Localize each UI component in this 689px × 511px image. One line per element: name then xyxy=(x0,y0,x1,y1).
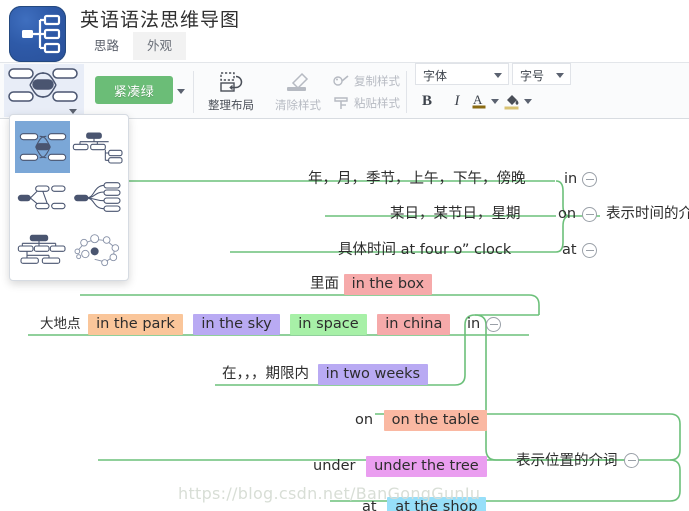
layout-option-org-right[interactable] xyxy=(70,121,125,173)
text-color-icon: A xyxy=(472,92,486,109)
page-title: 英语语法思维导图 xyxy=(80,9,241,31)
mindmap-node-place-bigplace[interactable]: 大地点 in the park in the sky in space in c… xyxy=(40,314,451,335)
node-highlight: in china xyxy=(377,314,451,335)
organize-layout-icon xyxy=(220,72,243,92)
font-family-select[interactable]: 字体 xyxy=(415,63,509,85)
mindmap-logo-icon xyxy=(9,6,66,62)
ribbon-toolbar: 紧凑绿 整理布局 清除样式 复制样式 粘贴样式 xyxy=(0,62,689,119)
bold-button[interactable]: B xyxy=(416,90,438,112)
layout-option-org-chart[interactable] xyxy=(15,224,70,276)
clear-style-label: 清除样式 xyxy=(275,98,321,112)
node-highlight: in the sky xyxy=(193,314,280,335)
collapse-minus-icon-place-in[interactable] xyxy=(486,317,501,332)
mindmap-keyword-at-time[interactable]: at xyxy=(562,240,577,260)
text-color-button[interactable]: A xyxy=(472,90,499,112)
layout-option-balanced[interactable] xyxy=(15,121,70,173)
clear-style-icon xyxy=(287,72,309,91)
node-prefix: 年，月，季节，上午，下午，傍晚 xyxy=(308,171,526,187)
font-size-label: 字号 xyxy=(520,69,545,83)
node-prefix: 大地点 xyxy=(40,316,81,332)
title-bar: 英语语法思维导图 思路 外观 xyxy=(0,0,689,62)
organize-layout-button[interactable]: 整理布局 xyxy=(208,71,254,113)
node-prefix: 具体时间 at four o” clock xyxy=(338,242,512,258)
font-family-label: 字体 xyxy=(423,69,448,83)
paste-style-button[interactable]: 粘贴样式 xyxy=(333,95,400,111)
mindmap-keyword-on-time[interactable]: on xyxy=(558,204,576,224)
layout-picker-dropdown xyxy=(9,114,129,281)
mindmap-node-time-1[interactable]: 年，月，季节，上午，下午，傍晚 xyxy=(308,169,526,189)
layout-option-fishbone-right[interactable] xyxy=(70,173,125,225)
mindmap-keyword-in-time[interactable]: in xyxy=(564,169,577,189)
font-size-select[interactable]: 字号 xyxy=(512,63,571,85)
fill-color-button[interactable] xyxy=(503,90,532,112)
fill-color-icon xyxy=(504,95,519,110)
collapse-minus-icon-time-1[interactable] xyxy=(582,172,597,187)
mindmap-node-time-2[interactable]: 某日，某节日，星期 xyxy=(390,204,521,224)
mindmap-keyword-in-place[interactable]: in xyxy=(467,314,480,334)
chevron-down-icon xyxy=(556,73,564,78)
node-highlight: in the box xyxy=(343,274,433,295)
collapse-minus-icon-time-3[interactable] xyxy=(582,243,597,258)
chevron-down-icon xyxy=(491,98,499,104)
italic-button[interactable]: I xyxy=(446,90,468,112)
tab-bar: 思路 外观 xyxy=(80,32,187,60)
chevron-down-icon xyxy=(524,98,532,104)
svg-text:A: A xyxy=(473,92,483,107)
layout-option-organic-bubble[interactable] xyxy=(70,224,125,276)
tab-waiguan[interactable]: 外观 xyxy=(133,32,187,60)
mindmap-branch-label-place[interactable]: 表示位置的介词 xyxy=(516,451,618,471)
collapse-minus-icon-place[interactable] xyxy=(624,453,639,468)
node-prefix: 在，，，期限内 xyxy=(222,366,309,382)
layout-options-grid xyxy=(15,121,125,276)
copy-style-button[interactable]: 复制样式 xyxy=(333,73,400,89)
chevron-down-icon xyxy=(494,73,502,78)
ribbon-divider-2 xyxy=(406,71,407,113)
paste-style-label: 粘贴样式 xyxy=(354,96,400,110)
organize-layout-label: 整理布局 xyxy=(208,98,254,112)
layout-picker-button[interactable] xyxy=(4,64,84,117)
layout-option-tree-horizontal[interactable] xyxy=(15,173,70,225)
layout-balanced-icon xyxy=(8,68,78,102)
mindmap-app-window: 英语语法思维导图 思路 外观 紧凑绿 整理布局 清除样式 复制样式 粘贴样式 字… xyxy=(0,0,689,511)
node-highlight: under the tree xyxy=(366,456,487,477)
watermark: https://blog.csdn.net/BanGongGunJu xyxy=(178,484,481,503)
node-prefix: under xyxy=(313,458,356,474)
node-prefix: on xyxy=(355,412,374,428)
collapse-minus-icon-time-2[interactable] xyxy=(582,207,597,222)
tab-siluo[interactable]: 思路 xyxy=(80,32,133,60)
node-highlight: in two weeks xyxy=(317,364,429,385)
mindmap-node-time-3[interactable]: 具体时间 at four o” clock xyxy=(338,240,511,260)
mindmap-node-place-inbox[interactable]: 里面 in the box xyxy=(310,274,433,295)
clear-style-button[interactable]: 清除样式 xyxy=(275,71,321,113)
copy-style-icon xyxy=(333,74,349,86)
mindmap-branch-label-time[interactable]: 表示时间的介 xyxy=(606,204,689,224)
mindmap-node-place-onthetable[interactable]: on on the table xyxy=(355,410,488,431)
node-highlight: in the park xyxy=(88,314,183,335)
copy-style-label: 复制样式 xyxy=(354,74,400,88)
node-highlight: on the table xyxy=(383,410,488,431)
node-prefix: 里面 xyxy=(310,276,339,292)
node-prefix: 某日，某节日，星期 xyxy=(390,206,521,222)
theme-chevron-down-icon[interactable] xyxy=(177,89,185,94)
paste-style-icon xyxy=(334,96,348,109)
ribbon-divider xyxy=(193,71,194,113)
mindmap-node-place-underthetree[interactable]: under under the tree xyxy=(313,456,487,477)
node-highlight: in space xyxy=(290,314,367,335)
theme-button[interactable]: 紧凑绿 xyxy=(95,76,173,104)
mindmap-node-place-twoweeks[interactable]: 在，，，期限内 in two weeks xyxy=(222,364,429,385)
